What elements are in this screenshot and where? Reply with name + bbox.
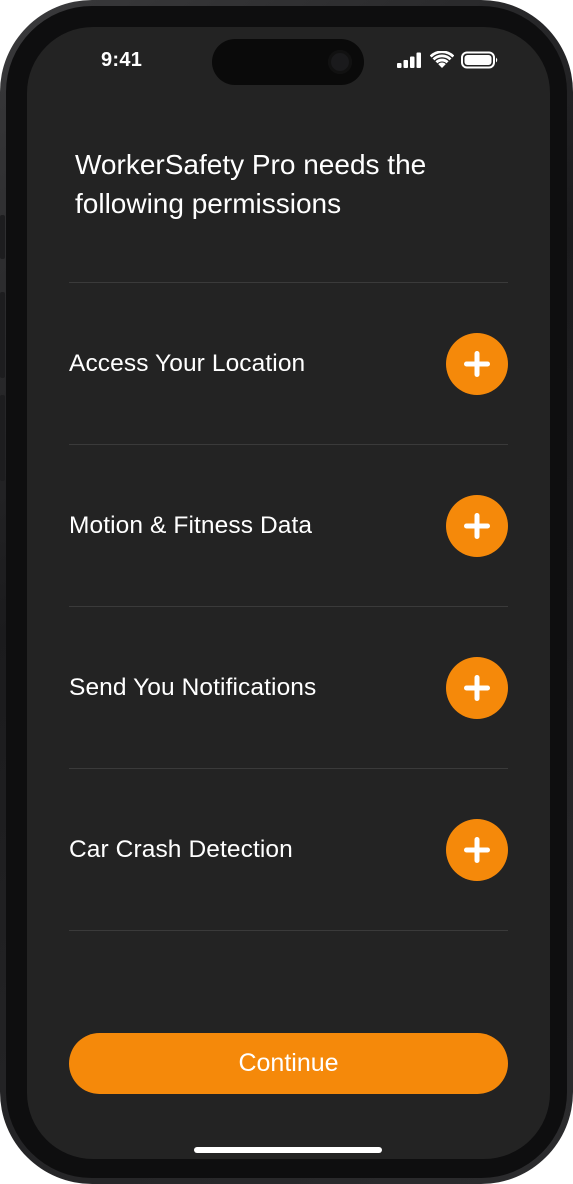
wifi-icon <box>430 51 454 68</box>
permissions-list: Access Your Location Motion & Fitness Da… <box>69 282 508 931</box>
phone-frame: 9:41 WorkerSafety Pro needs the followin… <box>0 0 573 1184</box>
permission-row-notifications: Send You Notifications <box>69 607 508 768</box>
volume-down-button <box>0 395 5 481</box>
continue-button[interactable]: Continue <box>69 1033 508 1094</box>
dynamic-island <box>212 39 364 85</box>
add-location-permission-button[interactable] <box>446 332 508 395</box>
permission-row-motion: Motion & Fitness Data <box>69 445 508 606</box>
plus-icon <box>464 836 490 863</box>
permission-label: Access Your Location <box>69 349 306 377</box>
permission-label: Send You Notifications <box>69 673 317 701</box>
plus-icon <box>464 350 490 377</box>
action-button <box>0 215 5 259</box>
permission-row-location: Access Your Location <box>69 283 508 444</box>
permission-row-crash-detection: Car Crash Detection <box>69 769 508 930</box>
add-motion-permission-button[interactable] <box>446 494 508 557</box>
home-indicator[interactable] <box>194 1147 382 1153</box>
plus-icon <box>464 674 490 701</box>
permission-label: Car Crash Detection <box>69 835 293 863</box>
status-icons <box>397 51 499 69</box>
plus-icon <box>464 512 490 539</box>
add-notifications-permission-button[interactable] <box>446 656 508 719</box>
status-time: 9:41 <box>101 49 143 71</box>
front-camera-icon <box>328 50 352 74</box>
list-divider <box>69 930 508 931</box>
page-title: WorkerSafety Pro needs the following per… <box>75 149 427 219</box>
app-screen: 9:41 WorkerSafety Pro needs the followin… <box>27 27 550 1159</box>
volume-up-button <box>0 292 5 378</box>
add-crash-detection-permission-button[interactable] <box>446 818 508 881</box>
cellular-signal-icon <box>397 52 421 68</box>
battery-icon <box>461 51 498 69</box>
permission-label: Motion & Fitness Data <box>69 511 313 539</box>
